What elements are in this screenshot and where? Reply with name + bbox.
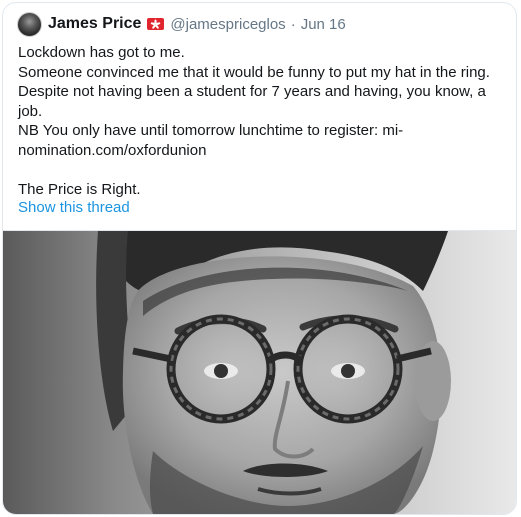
show-thread-link[interactable]: Show this thread (18, 199, 130, 216)
tweet-line: The Price is Right. (18, 180, 141, 198)
tweet-line: Lockdown has got to me. (18, 44, 185, 61)
tweet-header: James Price @jamespriceglos · Jun 16 (17, 11, 346, 37)
tweet-date[interactable]: Jun 16 (301, 16, 346, 33)
tweet-text: Lockdown has got to me. Someone convince… (18, 43, 498, 199)
tweet-line: NB You only have until tomorrow lunchtim… (18, 122, 404, 159)
tweet-line: Someone convinced me that it would be fu… (18, 63, 490, 120)
display-name[interactable]: James Price (48, 15, 141, 33)
hong-kong-flag-icon (147, 18, 165, 30)
tweet-blank-line (18, 160, 498, 180)
avatar[interactable] (17, 11, 42, 37)
user-handle[interactable]: @jamespriceglos (170, 16, 285, 33)
tweet-card[interactable]: James Price @jamespriceglos · Jun 16 Loc… (2, 2, 517, 515)
separator-dot: · (290, 15, 296, 33)
tweet-photo[interactable] (3, 231, 516, 514)
